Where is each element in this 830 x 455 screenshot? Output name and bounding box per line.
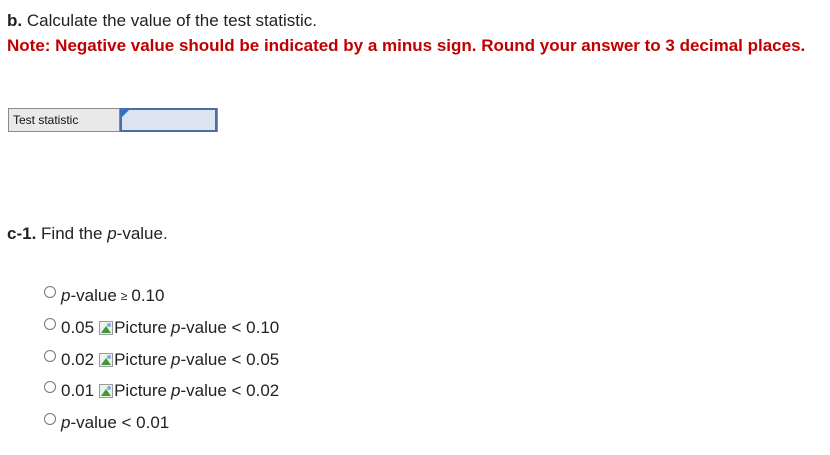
answer-table: Test statistic — [8, 108, 218, 132]
part-b-question: b. Calculate the value of the test stati… — [7, 10, 317, 32]
broken-image-icon — [99, 353, 114, 367]
part-c1-text-before: Find the — [41, 224, 108, 243]
option-p: p — [171, 350, 181, 369]
rounding-note: Note: Negative value should be indicated… — [7, 36, 806, 55]
option-p: p — [171, 318, 181, 337]
option-005-to-010[interactable]: 0.05 Picture p -value < 0.10 — [44, 317, 279, 339]
broken-image-placeholder: Picture — [99, 350, 167, 370]
part-b-text: Calculate the value of the test statisti… — [26, 11, 317, 30]
image-alt-text: Picture — [114, 381, 168, 400]
option-pvalue-lt-001[interactable]: p -value < 0.01 — [44, 412, 169, 434]
broken-image-placeholder: Picture — [99, 318, 167, 338]
radio-button[interactable] — [44, 318, 56, 330]
radio-button[interactable] — [44, 350, 56, 362]
part-c1-question: c-1. Find the p-value. — [7, 223, 168, 245]
part-b-label: b. — [7, 11, 23, 30]
test-statistic-label: Test statistic — [9, 109, 120, 131]
radio-button[interactable] — [44, 286, 56, 298]
option-002-to-005[interactable]: 0.02 Picture p -value < 0.05 — [44, 349, 279, 371]
radio-button[interactable] — [44, 381, 56, 393]
option-lower-bound: 0.02 — [61, 350, 95, 369]
option-lower-bound: 0.01 — [61, 381, 95, 400]
option-p: p — [61, 286, 71, 305]
option-p: p — [61, 413, 71, 432]
option-text: 0.10 — [131, 286, 165, 305]
test-statistic-input[interactable] — [122, 110, 215, 130]
broken-image-icon — [99, 384, 114, 398]
part-c1-text-p: p — [107, 224, 117, 243]
option-pvalue-ge-010[interactable]: p -value ≥0.10 — [44, 285, 164, 307]
part-c1-text-after: -value. — [116, 224, 168, 243]
option-text: -value < 0.01 — [70, 413, 170, 432]
part-c1-label: c-1. — [7, 224, 37, 243]
image-alt-text: Picture — [114, 350, 168, 369]
option-p: p — [171, 381, 181, 400]
geq-symbol: ≥ — [120, 289, 128, 303]
option-text: -value < 0.02 — [180, 381, 280, 400]
image-alt-text: Picture — [114, 318, 168, 337]
option-text: -value — [70, 286, 117, 305]
test-statistic-field[interactable] — [120, 108, 217, 132]
option-001-to-002[interactable]: 0.01 Picture p -value < 0.02 — [44, 380, 279, 402]
broken-image-placeholder: Picture — [99, 381, 167, 401]
option-text: -value < 0.10 — [180, 318, 280, 337]
broken-image-icon — [99, 321, 114, 335]
option-text: -value < 0.05 — [180, 350, 280, 369]
option-lower-bound: 0.05 — [61, 318, 95, 337]
radio-button[interactable] — [44, 413, 56, 425]
